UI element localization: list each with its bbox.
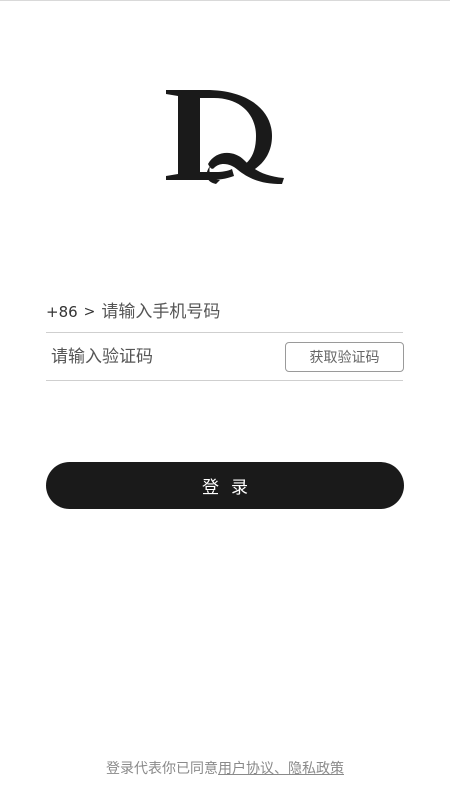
phone-input[interactable] [101, 297, 403, 327]
agreement-separator: 、 [274, 761, 288, 777]
verification-code-row: 获取验证码 [46, 334, 404, 381]
agreement-prefix: 登录代表你已同意 [106, 761, 218, 777]
login-button[interactable]: 登录 [46, 462, 404, 509]
chevron-right-icon[interactable]: > [84, 304, 96, 320]
dq-logo-icon [160, 84, 288, 188]
phone-number-row: +86 > [46, 292, 403, 333]
privacy-policy-link[interactable]: 隐私政策 [288, 761, 344, 777]
get-code-button[interactable]: 获取验证码 [285, 342, 404, 372]
verification-code-input[interactable] [46, 342, 285, 372]
user-agreement-link[interactable]: 用户协议 [218, 761, 274, 777]
status-divider [0, 0, 450, 1]
agreement-notice: 登录代表你已同意用户协议、隐私政策 [0, 758, 450, 778]
country-code-selector[interactable]: +86 [46, 303, 78, 321]
